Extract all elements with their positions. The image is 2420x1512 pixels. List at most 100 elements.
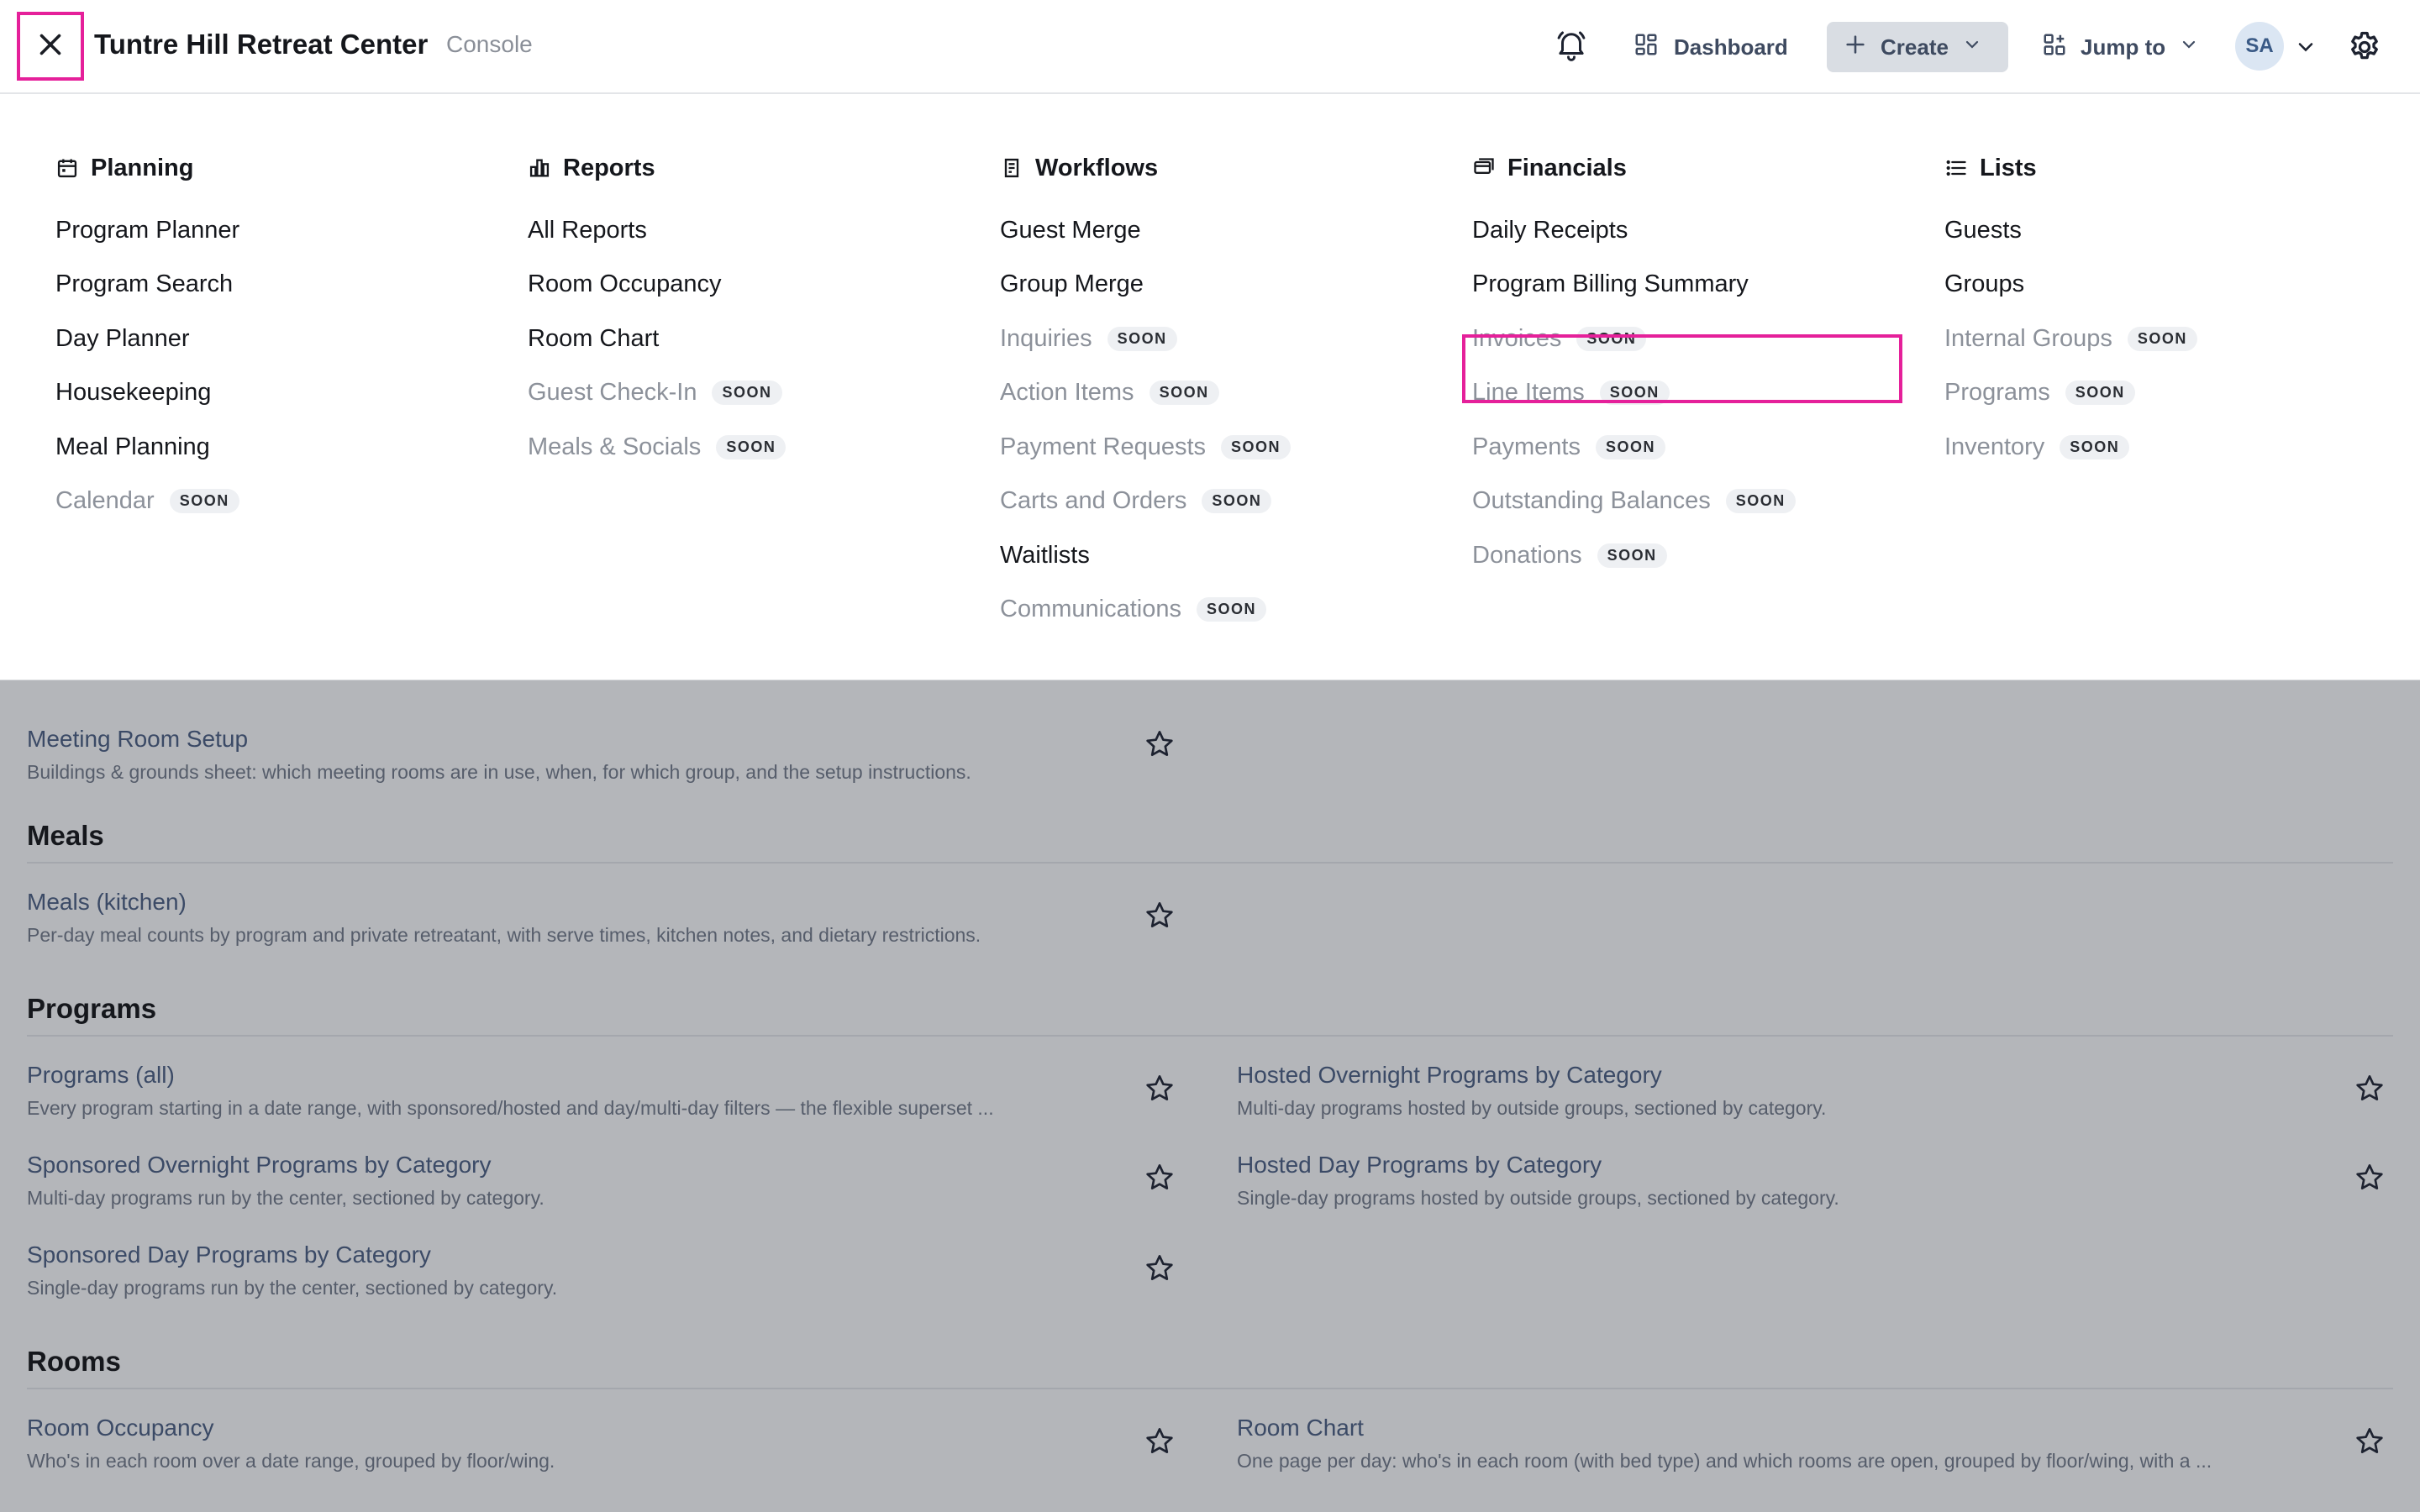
menu-item-program-search[interactable]: Program Search <box>55 258 239 312</box>
report-description: Who's in each room over a date range, gr… <box>27 1450 555 1472</box>
create-label: Create <box>1881 34 1949 60</box>
menu-item-room-occupancy[interactable]: Room Occupancy <box>528 258 786 312</box>
menu-item-label: Donations <box>1472 541 1582 569</box>
report-title[interactable]: Room Occupancy <box>27 1415 1203 1441</box>
plus-icon <box>1844 33 1867 62</box>
report-title[interactable]: Room Chart <box>1237 1415 2413 1441</box>
notifications-button[interactable] <box>1551 22 1591 72</box>
menu-item-group-merge[interactable]: Group Merge <box>1000 258 1291 312</box>
menu-item-label: Guests <box>1944 216 2022 244</box>
menu-item-all-reports[interactable]: All Reports <box>528 203 786 258</box>
soon-badge: SOON <box>1149 381 1219 406</box>
favorite-star-icon[interactable] <box>1143 1072 1176 1105</box>
menu-column-reports: Reports All Reports Room Occupancy Room Cha… <box>528 150 786 475</box>
report-item[interactable]: Room Chart One page per day: who's in ea… <box>1237 1415 2413 1473</box>
dashboard-button[interactable]: Dashboard <box>1634 22 1788 72</box>
menu-item-guests[interactable]: Guests <box>1944 203 2197 258</box>
clipboard-icon <box>1000 156 1023 180</box>
menu-item-payments: Payments SOON <box>1472 420 1796 475</box>
menu-item-guest-merge[interactable]: Guest Merge <box>1000 203 1291 258</box>
report-title[interactable]: Sponsored Day Programs by Category <box>27 1242 1203 1268</box>
menu-item-meal-planning[interactable]: Meal Planning <box>55 420 239 475</box>
gear-icon[interactable] <box>2346 29 2383 66</box>
menu-item-carts-and-orders: Carts and Orders SOON <box>1000 475 1291 529</box>
report-title[interactable]: Meals (kitchen) <box>27 889 1203 916</box>
menu-heading-reports: Reports <box>528 150 786 186</box>
menu-item-outstanding-balances: Outstanding Balances SOON <box>1472 475 1796 529</box>
menu-item-donations: Donations SOON <box>1472 528 1796 583</box>
report-title[interactable]: Sponsored Overnight Programs by Category <box>27 1152 1203 1179</box>
report-item[interactable]: Meeting Room Setup Buildings & grounds s… <box>27 726 1203 784</box>
menu-heading-label: Lists <box>1980 154 2037 181</box>
menu-item-program-billing-summary[interactable]: Program Billing Summary <box>1472 258 1796 312</box>
favorite-star-icon[interactable] <box>1143 1161 1176 1194</box>
favorite-star-icon[interactable] <box>1143 1425 1176 1458</box>
report-description: Buildings & grounds sheet: which meeting… <box>27 761 971 783</box>
report-description: Every program starting in a date range, … <box>27 1097 994 1119</box>
favorite-star-icon[interactable] <box>1143 899 1176 932</box>
menu-item-label: Room Chart <box>528 324 660 352</box>
menu-item-label: Inventory <box>1944 433 2045 460</box>
report-item[interactable]: Hosted Day Programs by Category Single-d… <box>1237 1152 2413 1210</box>
jump-to-label: Jump to <box>2081 34 2166 60</box>
create-button[interactable]: Create <box>1827 22 2008 72</box>
menu-item-inquiries: Inquiries SOON <box>1000 312 1291 366</box>
report-item[interactable]: Room Occupancy Who's in each room over a… <box>27 1415 1203 1473</box>
favorite-star-icon[interactable] <box>2353 1072 2386 1105</box>
menu-item-day-planner[interactable]: Day Planner <box>55 312 239 366</box>
section-title-rooms: Rooms <box>27 1346 121 1377</box>
menu-item-label: Program Search <box>55 270 234 298</box>
favorite-star-icon[interactable] <box>2353 1425 2386 1458</box>
menu-item-groups[interactable]: Groups <box>1944 258 2197 312</box>
bar-chart-icon <box>528 156 551 180</box>
soon-badge: SOON <box>2065 381 2135 406</box>
report-item[interactable]: Programs (all) Every program starting in… <box>27 1062 1203 1120</box>
report-title[interactable]: Hosted Overnight Programs by Category <box>1237 1062 2413 1089</box>
chevron-down-icon[interactable] <box>2294 35 2317 59</box>
favorite-star-icon[interactable] <box>1143 727 1176 761</box>
menu-item-room-chart[interactable]: Room Chart <box>528 312 786 366</box>
menu-item-guest-check-in: Guest Check-In SOON <box>528 366 786 421</box>
soon-badge: SOON <box>1221 434 1292 459</box>
menu-column-lists: Lists Guests Groups Internal Groups SOON Prog… <box>1944 150 2197 475</box>
menu-item-label: Programs <box>1944 379 2050 407</box>
menu-item-waitlists[interactable]: Waitlists <box>1000 528 1291 583</box>
menu-heading-planning: Planning <box>55 150 239 186</box>
menu-item-program-planner[interactable]: Program Planner <box>55 203 239 258</box>
menu-item-label: Program Billing Summary <box>1472 270 1749 298</box>
menu-item-label: Action Items <box>1000 379 1134 407</box>
menu-item-label: Group Merge <box>1000 270 1144 298</box>
soon-badge: SOON <box>169 489 239 514</box>
report-description: One page per day: who's in each room (wi… <box>1237 1450 2212 1472</box>
menu-item-label: Housekeeping <box>55 379 212 407</box>
top-bar: Tuntre Hill Retreat Center Console Dashb… <box>0 0 2420 94</box>
user-avatar[interactable]: SA <box>2235 22 2284 71</box>
menu-item-housekeeping[interactable]: Housekeeping <box>55 366 239 421</box>
soon-badge: SOON <box>1725 489 1796 514</box>
menu-item-action-items: Action Items SOON <box>1000 366 1291 421</box>
selection-highlight <box>1462 334 1902 403</box>
close-menu-button[interactable] <box>17 12 84 81</box>
soon-badge: SOON <box>2127 326 2197 351</box>
menu-item-label: Guest Check-In <box>528 379 697 407</box>
report-title[interactable]: Hosted Day Programs by Category <box>1237 1152 2413 1179</box>
report-title[interactable]: Meeting Room Setup <box>27 726 1203 753</box>
report-item[interactable]: Sponsored Day Programs by Category Singl… <box>27 1242 1203 1299</box>
favorite-star-icon[interactable] <box>2353 1161 2386 1194</box>
report-item[interactable]: Meals (kitchen) Per-day meal counts by p… <box>27 889 1203 947</box>
apps-icon <box>2042 32 2067 63</box>
menu-heading-label: Financials <box>1507 154 1627 181</box>
calendar-icon <box>55 156 79 180</box>
jump-to-button[interactable]: Jump to <box>2042 22 2199 72</box>
report-item[interactable]: Sponsored Overnight Programs by Category… <box>27 1152 1203 1210</box>
menu-item-label: Communications <box>1000 596 1181 623</box>
menu-item-programs: Programs SOON <box>1944 366 2197 421</box>
soon-badge: SOON <box>1196 597 1266 622</box>
menu-item-daily-receipts[interactable]: Daily Receipts <box>1472 203 1796 258</box>
menu-item-label: Meal Planning <box>55 433 210 460</box>
report-item[interactable]: Hosted Overnight Programs by Category Mu… <box>1237 1062 2413 1120</box>
favorite-star-icon[interactable] <box>1143 1252 1176 1285</box>
report-title[interactable]: Programs (all) <box>27 1062 1203 1089</box>
section-title-meals: Meals <box>27 820 104 851</box>
app-title: Tuntre Hill Retreat Center <box>94 29 429 60</box>
